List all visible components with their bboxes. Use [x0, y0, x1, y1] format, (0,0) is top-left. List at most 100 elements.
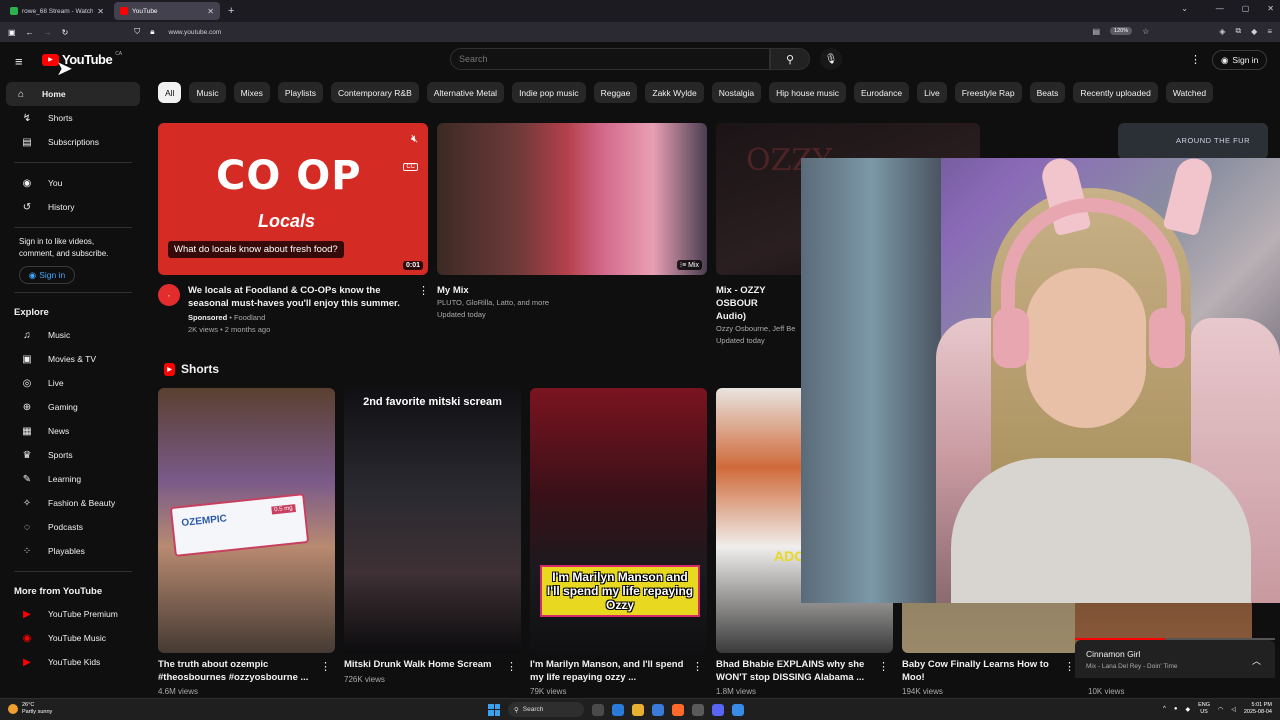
chip-live[interactable]: Live — [917, 82, 947, 103]
sidebar-toggle-icon[interactable]: ▣ — [8, 28, 16, 37]
minimize-icon[interactable]: — — [1216, 4, 1224, 13]
shield-icon[interactable]: ⛉ — [134, 27, 140, 37]
chip-zakk-wylde[interactable]: Zakk Wylde — [645, 82, 704, 103]
app-icon[interactable] — [732, 703, 744, 716]
tray-app-icon[interactable]: ◆ — [1185, 706, 1190, 713]
sidebar-item-gaming[interactable]: ⊕ Gaming — [6, 395, 140, 419]
short-title[interactable]: Baby Cow Finally Learns How to Moo! — [902, 658, 1062, 684]
back-icon[interactable]: ← — [26, 28, 34, 37]
now-playing-bar[interactable]: Cinnamon Girl Mix - Lana Del Rey - Doin'… — [1075, 640, 1275, 678]
sidebar-item-news[interactable]: ▦ News — [6, 419, 140, 443]
close-tab-icon[interactable]: ✕ — [207, 7, 214, 16]
chip-indie-pop-music[interactable]: Indie pop music — [512, 82, 586, 103]
chip-hip-house-music[interactable]: Hip house music — [769, 82, 846, 103]
chip-freestyle-rap[interactable]: Freestyle Rap — [954, 82, 1022, 103]
video-title[interactable]: My Mix — [437, 284, 687, 297]
app-icon[interactable] — [692, 703, 704, 716]
chip-beats[interactable]: Beats — [1029, 82, 1066, 103]
reload-icon[interactable]: ↻ — [62, 28, 69, 37]
video-thumbnail[interactable]: AROUND THE FUR — [1118, 123, 1268, 159]
close-window-icon[interactable]: ✕ — [1267, 4, 1274, 13]
sidebar-item-music[interactable]: ♫ Music — [6, 323, 140, 347]
sidebar-item-you[interactable]: ◉ You — [6, 171, 140, 195]
discord-icon[interactable] — [712, 703, 724, 716]
sidebar-item-podcasts[interactable]: ◌ Podcasts — [6, 515, 140, 539]
task-view-icon[interactable] — [592, 703, 604, 716]
ad-thumbnail[interactable]: CO OP Locals 🔇︎ CC What do locals know a… — [158, 123, 428, 275]
sidebar-item-playables[interactable]: ⁘ Playables — [6, 539, 140, 563]
chip-eurodance[interactable]: Eurodance — [854, 82, 910, 103]
chip-reggae[interactable]: Reggae — [593, 82, 638, 103]
firefox-icon[interactable] — [672, 703, 684, 716]
new-tab-icon[interactable]: + — [228, 5, 234, 17]
sidebar-item-youtube-premium[interactable]: ▶ YouTube Premium — [6, 602, 140, 626]
sidebar-item-sports[interactable]: ♛ Sports — [6, 443, 140, 467]
video-title[interactable]: We locals at Foodland & CO-OPs know the … — [188, 284, 418, 310]
short-title[interactable]: Bhad Bhabie EXPLAINS why she WON'T stop … — [716, 658, 876, 684]
pocket-icon[interactable]: ◈ — [1219, 27, 1225, 36]
short-title[interactable]: The truth about ozempic #theosbournes #o… — [158, 658, 318, 684]
sidebar-item-learning[interactable]: ✎ Learning — [6, 467, 140, 491]
short-thumbnail[interactable]: I'm Marilyn Manson and I'll spend my lif… — [530, 388, 707, 653]
zoom-level[interactable]: 120% — [1110, 27, 1133, 35]
youtube-logo[interactable]: ▶ YouTube CA — [42, 51, 122, 67]
video-title[interactable]: Mix - OZZY OSBOUR — [716, 284, 806, 310]
short-title[interactable]: Mitski Drunk Walk Home Scream — [344, 658, 504, 671]
maximize-icon[interactable]: ▢ — [1242, 4, 1250, 13]
weather-widget[interactable]: 26°C Partly sunny — [8, 702, 52, 716]
chip-nostalgia[interactable]: Nostalgia — [711, 82, 762, 103]
url-bar[interactable]: www.youtube.com — [169, 29, 222, 36]
chip-mixes[interactable]: Mixes — [233, 82, 270, 103]
system-clock[interactable]: 5:01 PM 2025-08-04 — [1244, 702, 1272, 716]
sidebar-sign-in-button[interactable]: ◉ Sign in — [19, 266, 75, 284]
more-actions-icon[interactable]: ⋮ — [320, 660, 331, 673]
lock-icon[interactable]: 🔒︎ — [150, 27, 154, 37]
sidebar-item-subscriptions[interactable]: ▤ Subscriptions — [6, 130, 140, 154]
windows-start-icon[interactable] — [488, 703, 500, 716]
edge-icon[interactable] — [612, 703, 624, 716]
tray-app-icon[interactable]: ● — [1174, 706, 1178, 712]
more-actions-icon[interactable]: ⋮ — [418, 284, 429, 297]
chip-music[interactable]: Music — [189, 82, 226, 103]
extensions-icon[interactable]: ⧉ — [1235, 26, 1241, 36]
guide-menu-icon[interactable]: ≡ — [15, 54, 23, 69]
tray-chevron-icon[interactable]: ^ — [1163, 706, 1166, 712]
voice-search-button[interactable]: 🎙︎ — [820, 48, 842, 70]
taskbar-search[interactable]: ⚲ Search — [508, 702, 584, 717]
menu-icon[interactable]: ≡ — [1267, 27, 1272, 36]
sidebar-item-youtube-music[interactable]: ◉ YouTube Music — [6, 626, 140, 650]
chip-playlists[interactable]: Playlists — [277, 82, 324, 103]
browser-tab-youtube[interactable]: YouTube ✕ — [114, 2, 220, 20]
store-icon[interactable] — [652, 703, 664, 716]
sidebar-item-home[interactable]: ⌂ Home — [6, 82, 140, 106]
sidebar-item-youtube-kids[interactable]: ▶ YouTube Kids — [6, 650, 140, 674]
chip-recently-uploaded[interactable]: Recently uploaded — [1073, 82, 1158, 103]
chip-contemporary-r-b[interactable]: Contemporary R&B — [331, 82, 419, 103]
search-box[interactable] — [450, 48, 770, 70]
chevron-up-icon[interactable]: ︿ — [1252, 654, 1261, 667]
forward-icon[interactable]: → — [44, 28, 52, 37]
settings-more-icon[interactable]: ⋮ — [1190, 53, 1201, 66]
tab-list-chevron-icon[interactable]: ⌄ — [1181, 4, 1188, 13]
sidebar-item-shorts[interactable]: ↯ Shorts — [6, 106, 140, 130]
search-input[interactable] — [451, 49, 769, 69]
volume-icon[interactable]: ◁ — [1231, 706, 1236, 713]
short-thumbnail[interactable]: OZEMPIC 0.5 mg — [158, 388, 335, 653]
more-actions-icon[interactable]: ⋮ — [878, 660, 889, 673]
file-explorer-icon[interactable] — [632, 703, 644, 716]
sidebar-item-history[interactable]: ↺ History — [6, 195, 140, 219]
sidebar-item-live[interactable]: ◎ Live — [6, 371, 140, 395]
search-button[interactable]: ⚲ — [770, 48, 810, 70]
short-thumbnail[interactable]: 2nd favorite mitski scream — [344, 388, 521, 653]
browser-tab-stream[interactable]: rowe_68 Stream - Watch Live o ✕ — [4, 2, 110, 20]
reader-view-icon[interactable]: ▤ — [1092, 27, 1100, 36]
more-actions-icon[interactable]: ⋮ — [1064, 660, 1075, 673]
sidebar-item-movies-tv[interactable]: ▣ Movies & TV — [6, 347, 140, 371]
short-title[interactable]: I'm Marilyn Manson, and I'll spend my li… — [530, 658, 690, 684]
my-mix-thumbnail[interactable]: ⁝≡ Mix — [437, 123, 707, 275]
chip-all[interactable]: All — [158, 82, 182, 103]
channel-avatar[interactable]: ▪ — [158, 284, 180, 306]
addon-icon[interactable]: ◆ — [1251, 27, 1257, 36]
sign-in-button[interactable]: ◉ Sign in — [1212, 50, 1268, 70]
mute-icon[interactable]: 🔇︎ — [411, 133, 418, 146]
